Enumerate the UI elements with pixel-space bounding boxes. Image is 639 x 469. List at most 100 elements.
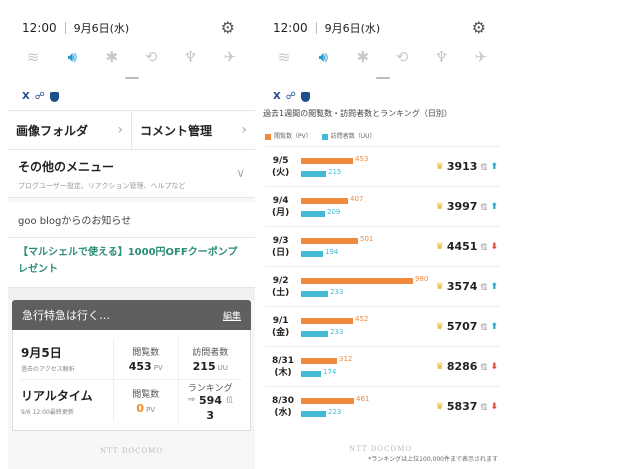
- weekly-stats-content: 過去1週間の閲覧数・訪問者数とランキング（日別） 閲覧数（PV） 訪問者数（UU…: [259, 104, 506, 469]
- chart-row[interactable]: 9/4 (月) 407 209 ♛ 3997 位 ⬆: [265, 186, 500, 226]
- sound-icon[interactable]: 🔊︎: [57, 48, 87, 66]
- realtime-stats-row[interactable]: リアルタイム 9/6 12:00最終更新 閲覧数 0 PV ランキング ⇒ 594…: [21, 380, 242, 422]
- ranking-value: ♛ 5837 位 ⬇: [436, 400, 498, 413]
- ranking-unit: 位: [480, 362, 488, 371]
- wifi-icon[interactable]: ≋: [18, 48, 48, 66]
- arrow-up-icon: ⬆: [490, 201, 498, 212]
- arrow-up-icon: ⬆: [490, 281, 498, 292]
- category-label: 8/30 (水): [272, 396, 295, 418]
- rotate-icon[interactable]: ⟲: [387, 48, 417, 66]
- daily-visitors-cell: 訪問者数 215 UU: [177, 338, 243, 379]
- arrow-down-icon: ⬇: [490, 401, 498, 412]
- realtime-views-cell: 閲覧数 0 PV: [113, 380, 178, 422]
- bluetooth-icon[interactable]: ✱: [97, 48, 127, 66]
- promo-link[interactable]: 【マルシェルで使える】1000円OFFクーポンプレゼント: [8, 238, 255, 288]
- access-stats-panel: 9月5日 過去のアクセス解析 閲覧数 453 PV 訪問者数 215 UU リアルタ…: [12, 330, 251, 431]
- wifi-icon[interactable]: ≋: [269, 48, 299, 66]
- gear-icon[interactable]: ⚙: [472, 18, 486, 37]
- ranking-unit: 位: [480, 242, 488, 251]
- crown-icon: ♛: [435, 361, 444, 372]
- blog-admin-content: 画像フォルダ › コメント管理 › その他のメニュー ブログユーザー設定、リアク…: [8, 110, 255, 469]
- legend-pv: 閲覧数（PV）: [265, 131, 312, 140]
- ranking-value: ♛ 4451 位 ⬇: [436, 240, 498, 253]
- status-time: 12:00: [273, 21, 308, 35]
- ranking-number: 8286: [446, 360, 478, 373]
- status-divider: [64, 22, 66, 34]
- comment-admin-label: コメント管理: [140, 123, 213, 138]
- gear-icon[interactable]: ⚙: [221, 18, 235, 37]
- flashlight-icon[interactable]: ♆: [427, 48, 457, 66]
- pv-bar: [301, 358, 337, 364]
- pv-bar: [301, 198, 348, 204]
- airplane-icon[interactable]: ✈: [466, 48, 496, 66]
- uu-value-label: 233: [330, 288, 344, 296]
- ranking-value: ♛ 3997 位 ⬆: [436, 200, 498, 213]
- crown-icon: ♛: [435, 281, 444, 292]
- daily-views-label: 閲覧数: [132, 347, 160, 358]
- chart-legend: 閲覧数（PV） 訪問者数（UU）: [259, 119, 506, 146]
- daily-date-sub: 過去のアクセス解析: [21, 366, 75, 373]
- pv-bar: [301, 158, 353, 164]
- shade-drag-handle[interactable]: [124, 77, 139, 79]
- notice-heading: goo blogからのお知らせ: [8, 202, 255, 238]
- crown-icon: ♛: [435, 241, 444, 252]
- chart-row[interactable]: 8/31 (木) 312 174 ♛ 8286 位 ⬇: [265, 346, 500, 386]
- quick-settings-row: ≋ 🔊︎ ✱ ⟲ ♆ ✈: [18, 46, 245, 68]
- bluetooth-icon[interactable]: ✱: [348, 48, 378, 66]
- category-label: 9/4 (月): [272, 196, 290, 218]
- comment-admin-link[interactable]: コメント管理 ›: [131, 111, 255, 149]
- chevron-right-icon: ›: [117, 122, 123, 138]
- signal-app-icon: ☍: [34, 91, 45, 102]
- pv-bar: [301, 398, 354, 404]
- pv-bar: [301, 318, 353, 324]
- daily-stats-row[interactable]: 9月5日 過去のアクセス解析 閲覧数 453 PV 訪問者数 215 UU: [21, 338, 242, 380]
- ranking-number: 5837: [446, 400, 478, 413]
- image-folder-label: 画像フォルダ: [16, 123, 89, 138]
- other-menu-title: その他のメニュー: [18, 160, 115, 174]
- chart-row[interactable]: 9/5 (火) 453 215 ♛ 3913 位 ⬆: [265, 146, 500, 186]
- category-label: 9/3 (日): [272, 236, 290, 258]
- realtime-views-label: 閲覧数: [132, 390, 160, 400]
- ranking-number: 3574: [446, 280, 478, 293]
- realtime-title: リアルタイム: [21, 388, 93, 403]
- uu-bar: [301, 411, 326, 417]
- chart-row[interactable]: 8/30 (水) 461 223 ♛ 5837 位 ⬇: [265, 386, 500, 426]
- sound-icon[interactable]: 🔊︎: [308, 48, 338, 66]
- legend-pv-swatch: [265, 133, 271, 140]
- ranking-cell: ランキング ⇒ 594 位 3: [177, 380, 243, 422]
- image-folder-link[interactable]: 画像フォルダ ›: [8, 111, 131, 149]
- chart-row[interactable]: 9/3 (日) 501 194 ♛ 4451 位 ⬇: [265, 226, 500, 266]
- ranking-unit: 位: [480, 202, 488, 211]
- ranking-unit: 位: [480, 322, 488, 331]
- uu-value-label: 215: [328, 168, 342, 176]
- notification-shade: 12:00 9月6日(水) ⚙ ≋ 🔊︎ ✱ ⟲ ♆ ✈ X ☍: [259, 0, 506, 104]
- uu-value-label: 233: [330, 328, 344, 336]
- notification-shade: 12:00 9月6日(水) ⚙ ≋ 🔊︎ ✱ ⟲ ♆ ✈ X ☍: [8, 0, 255, 110]
- uu-value-label: 194: [325, 248, 339, 256]
- status-time: 12:00: [22, 21, 57, 35]
- shade-drag-handle[interactable]: [375, 77, 390, 79]
- other-menu-subtitle: ブログユーザー設定、リアクション管理、ヘルプなど: [18, 182, 186, 190]
- watermark: NTT DOCOMO: [100, 447, 164, 455]
- daily-views-value: 453 PV: [128, 359, 163, 373]
- daily-date: 9月5日: [21, 346, 62, 360]
- uu-bar: [301, 331, 328, 337]
- other-menu-expander[interactable]: その他のメニュー ブログユーザー設定、リアクション管理、ヘルプなど ∨: [8, 150, 255, 198]
- ranking-number: 4451: [446, 240, 478, 253]
- edit-link[interactable]: 編集: [223, 309, 241, 322]
- pv-bar: [301, 278, 413, 284]
- chart-row[interactable]: 9/2 (土) 980 233 ♛ 3574 位 ⬆: [265, 266, 500, 306]
- quick-settings-row: ≋ 🔊︎ ✱ ⟲ ♆ ✈: [269, 46, 496, 68]
- category-label: 8/31 (木): [272, 356, 295, 378]
- rotate-icon[interactable]: ⟲: [136, 48, 166, 66]
- crown-icon: ♛: [435, 401, 444, 412]
- notification-app-icons: X ☍: [273, 91, 310, 102]
- airplane-icon[interactable]: ✈: [215, 48, 245, 66]
- ranking-unit: 位: [480, 162, 488, 171]
- chart-row[interactable]: 9/1 (金) 452 233 ♛ 5707 位 ⬆: [265, 306, 500, 346]
- flashlight-icon[interactable]: ♆: [176, 48, 206, 66]
- status-bar: 12:00 9月6日(水) ⚙: [273, 18, 492, 38]
- status-bar: 12:00 9月6日(水) ⚙: [22, 18, 241, 38]
- chevron-down-icon: ∨: [236, 166, 245, 180]
- arrow-right-icon: ⇒: [187, 395, 196, 405]
